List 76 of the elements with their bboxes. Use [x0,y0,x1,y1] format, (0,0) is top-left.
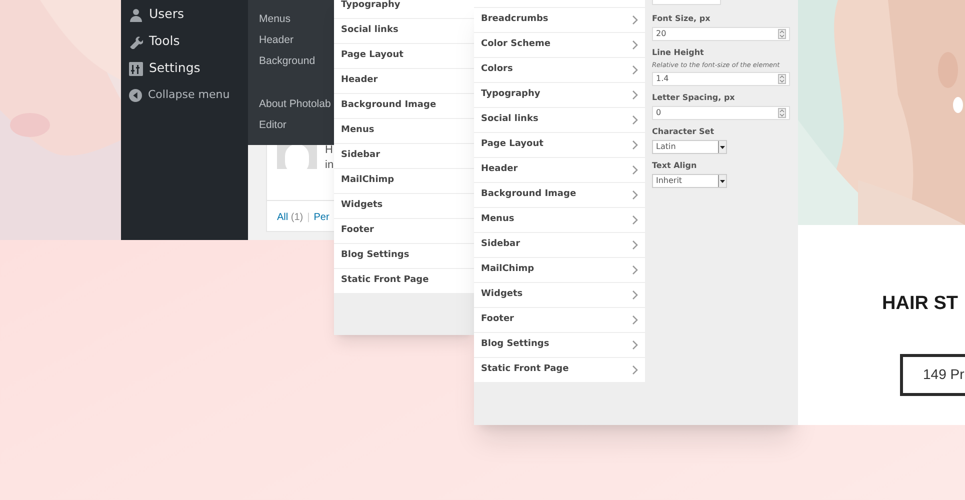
section-item[interactable]: Social links [334,19,474,44]
spinner-icon [778,74,786,84]
chevron-right-icon [632,315,638,325]
section-item[interactable]: Header [474,158,645,183]
admin-menu-item[interactable]: Settings [129,55,248,82]
section-item[interactable]: Blog Settings [334,244,474,269]
section-item[interactable]: Menus [334,119,474,144]
section-item[interactable]: Sidebar [474,233,645,258]
chevron-right-icon [632,265,638,275]
section-item[interactable]: Widgets [334,194,474,219]
filter-link[interactable]: Per [314,210,330,225]
chevron-right-icon [632,365,638,375]
section-item[interactable]: Background Image [334,94,474,119]
control-label: Letter Spacing, px [652,93,736,103]
collapse-icon [129,89,142,102]
section-item[interactable]: Background Image [474,183,645,208]
control-label: Font Size, px [652,14,712,24]
chevron-right-icon [632,90,638,100]
submenu-item[interactable]: Header [259,33,294,48]
section-item[interactable]: Footer [474,308,645,333]
section-item[interactable]: Page Layout [474,133,645,158]
section-item[interactable]: Typography [334,0,474,19]
section-item[interactable]: Blog Settings [474,333,645,358]
chevron-right-icon [632,215,638,225]
control-label: Text Align [652,161,698,171]
section-item[interactable]: MailChimp [334,169,474,194]
section-item[interactable]: MailChimp [474,258,645,283]
chevron-right-icon [632,140,638,150]
section-item[interactable]: Menus [474,208,645,233]
section-item[interactable]: Typography [474,83,645,108]
admin-menu-item[interactable]: Tools [129,28,248,55]
chevron-right-icon [632,15,638,25]
spinner-icon [778,108,786,118]
chevron-right-icon [632,340,638,350]
price-button[interactable]: 149 Pr [900,354,965,396]
chevron-right-icon [632,240,638,250]
chevron-right-icon [632,290,638,300]
section-item[interactable]: Breadcrumbs [474,8,645,33]
admin-menu-item[interactable]: Collapse menu [129,82,248,109]
chevron-right-icon [632,190,638,200]
number-field[interactable]: 1.4 [652,72,790,86]
post-excerpt: in [325,158,334,173]
number-field[interactable]: 20 [652,27,790,41]
select-field[interactable] [652,0,721,5]
section-item[interactable]: Color Scheme [474,33,645,58]
section-item[interactable]: Page Layout [334,44,474,69]
chevron-right-icon [632,40,638,50]
submenu-item[interactable]: About Photolab [259,97,331,112]
filter-link[interactable]: All (1) [277,210,304,225]
select-field[interactable]: Inherit [652,174,727,188]
section-item[interactable]: Sidebar [334,144,474,169]
submenu-item[interactable]: Menus [259,12,291,27]
section-item[interactable]: Social links [474,108,645,133]
control-label: Character Set [652,127,716,137]
section-item[interactable]: Colors [474,58,645,83]
separator: | [307,211,310,225]
section-item[interactable]: Footer [334,219,474,244]
chevron-right-icon [632,115,638,125]
control-label: Line Height [652,48,705,58]
chevron-right-icon [632,165,638,175]
chevron-right-icon [632,65,638,75]
admin-menu-item[interactable]: Users [129,1,248,28]
product-title: HAIR ST [882,292,958,316]
section-item[interactable]: Static Front Page [474,358,645,383]
wrench-icon [129,34,143,48]
user-icon [129,8,143,22]
submenu-item[interactable]: Background [259,54,316,69]
sliders-icon [129,62,143,76]
section-item[interactable]: Header [334,69,474,94]
spinner-icon [778,29,786,39]
submenu-item[interactable]: Editor [259,118,286,133]
select-field[interactable]: Latin [652,140,727,154]
section-item[interactable]: Widgets [474,283,645,308]
post-title: H [325,143,333,158]
number-field[interactable]: 0 [652,106,790,120]
section-item[interactable]: Static Front Page [334,269,474,294]
